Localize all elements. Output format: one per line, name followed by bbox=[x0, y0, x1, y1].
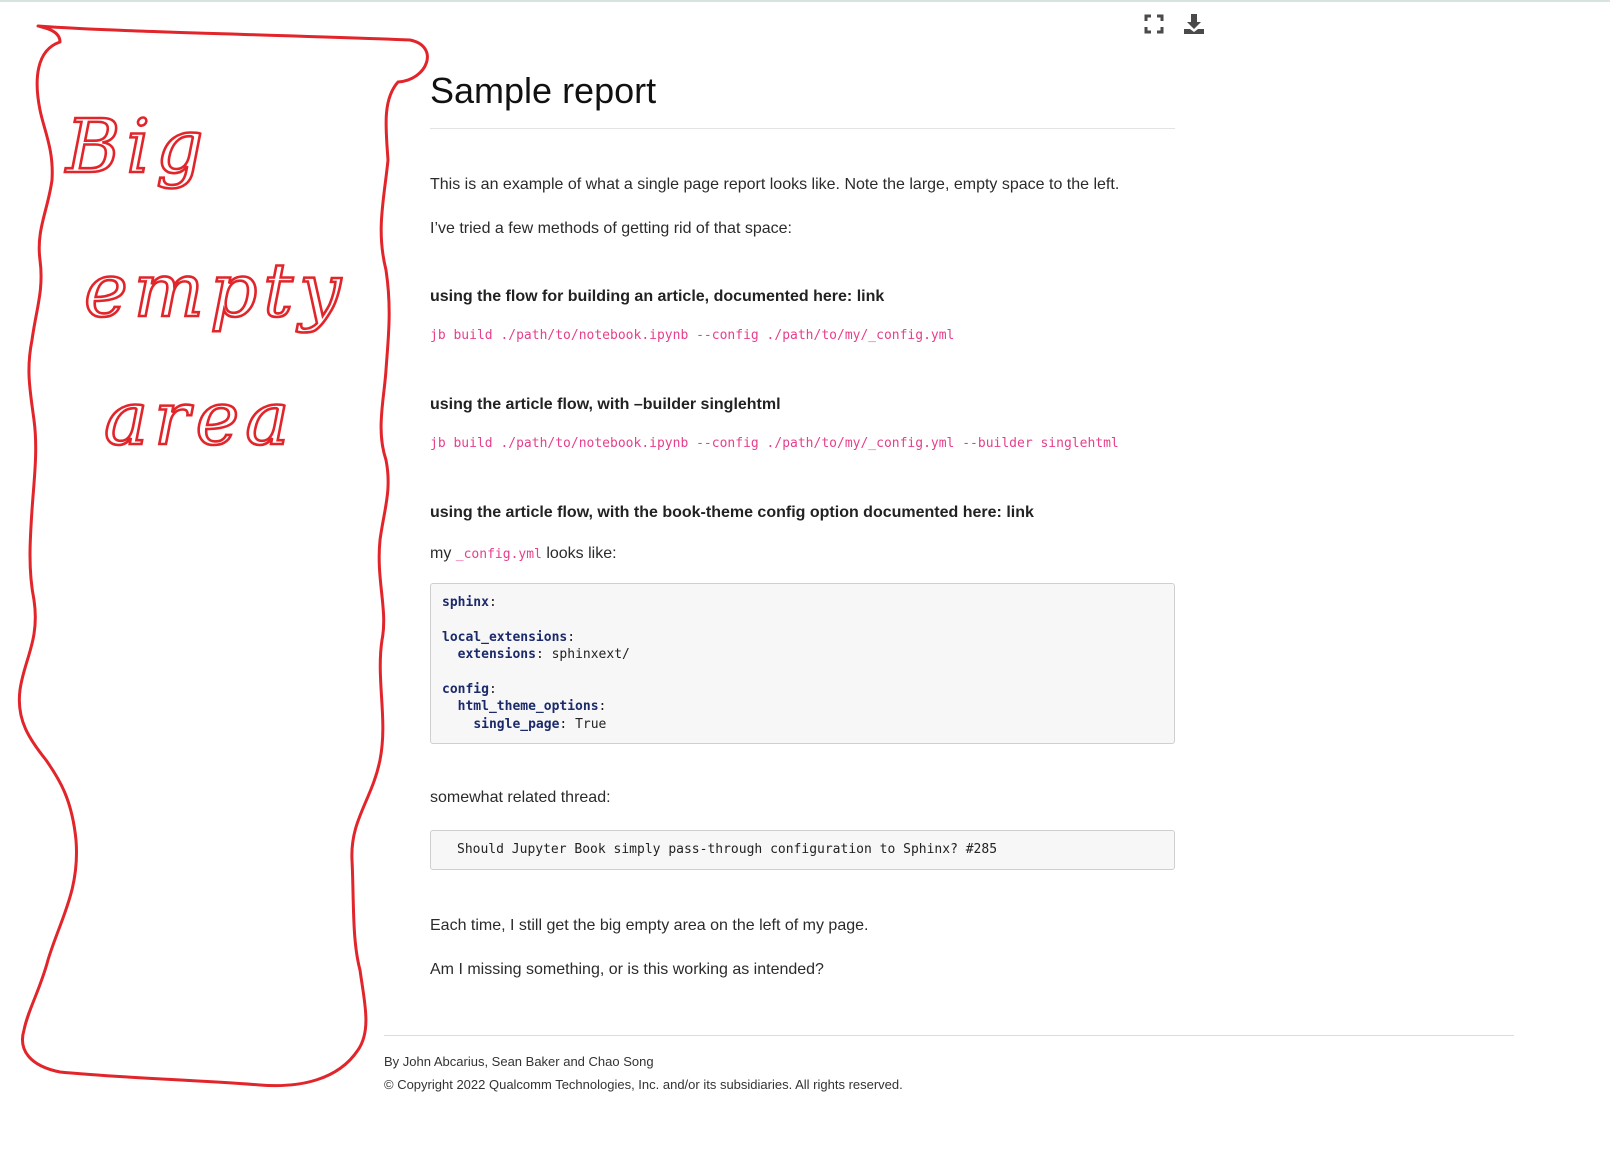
fullscreen-button[interactable] bbox=[1140, 10, 1168, 38]
config-filename-code: _config.yml bbox=[455, 547, 542, 562]
download-icon bbox=[1184, 14, 1204, 34]
code-line: sphinx: bbox=[442, 595, 497, 610]
config-intro-prefix: my bbox=[430, 545, 452, 562]
annotation-word-3: area bbox=[104, 376, 295, 462]
code-line: html_theme_options: bbox=[457, 699, 607, 715]
config-code-block[interactable]: sphinx: local_extensions: extensions: sp… bbox=[430, 583, 1175, 745]
config-intro-line: my _config.yml looks like: bbox=[430, 542, 1175, 567]
config-intro-suffix: looks like: bbox=[546, 545, 617, 562]
page-title: Sample report bbox=[430, 60, 1175, 129]
download-button[interactable] bbox=[1180, 10, 1208, 38]
related-thread-block[interactable]: Should Jupyter Book simply pass-through … bbox=[430, 830, 1175, 871]
intro-paragraph: This is an example of what a single page… bbox=[430, 176, 1120, 193]
related-thread-label: somewhat related thread: bbox=[430, 789, 611, 807]
code-line: config: bbox=[442, 681, 497, 697]
method-3-heading: using the article flow, with the book-th… bbox=[430, 504, 1034, 521]
closing-paragraph-1: Each time, I still get the big empty are… bbox=[430, 917, 869, 935]
method-2-heading: using the article flow, with –builder si… bbox=[430, 396, 781, 413]
method-1-command: jb build ./path/to/notebook.ipynb --conf… bbox=[430, 328, 955, 343]
annotation-word-1: Big bbox=[64, 104, 209, 190]
method-2-command: jb build ./path/to/notebook.ipynb --conf… bbox=[430, 436, 1119, 451]
code-line: single_page: True bbox=[473, 716, 607, 732]
article-content: Sample report This is an example of what… bbox=[430, 60, 1175, 982]
handwritten-annotation: Big empty area bbox=[17, 24, 429, 1088]
annotation-outline bbox=[17, 24, 429, 1088]
top-border bbox=[0, 0, 1610, 2]
annotation-word-2: empty bbox=[84, 248, 347, 334]
method-1-heading: using the flow for building an article, … bbox=[430, 288, 885, 305]
footer-authors: By John Abcarius, Sean Baker and Chao So… bbox=[384, 1054, 654, 1069]
tried-paragraph: I’ve tried a few methods of getting rid … bbox=[430, 220, 792, 237]
closing-paragraph-2: Am I missing something, or is this worki… bbox=[430, 961, 824, 979]
fullscreen-icon bbox=[1144, 14, 1164, 34]
page-footer: By John Abcarius, Sean Baker and Chao So… bbox=[384, 1035, 1514, 1096]
code-line: local_extensions: bbox=[442, 629, 576, 645]
code-line: extensions: sphinxext/ bbox=[457, 647, 630, 663]
footer-copyright: © Copyright 2022 Qualcomm Technologies, … bbox=[384, 1077, 903, 1092]
